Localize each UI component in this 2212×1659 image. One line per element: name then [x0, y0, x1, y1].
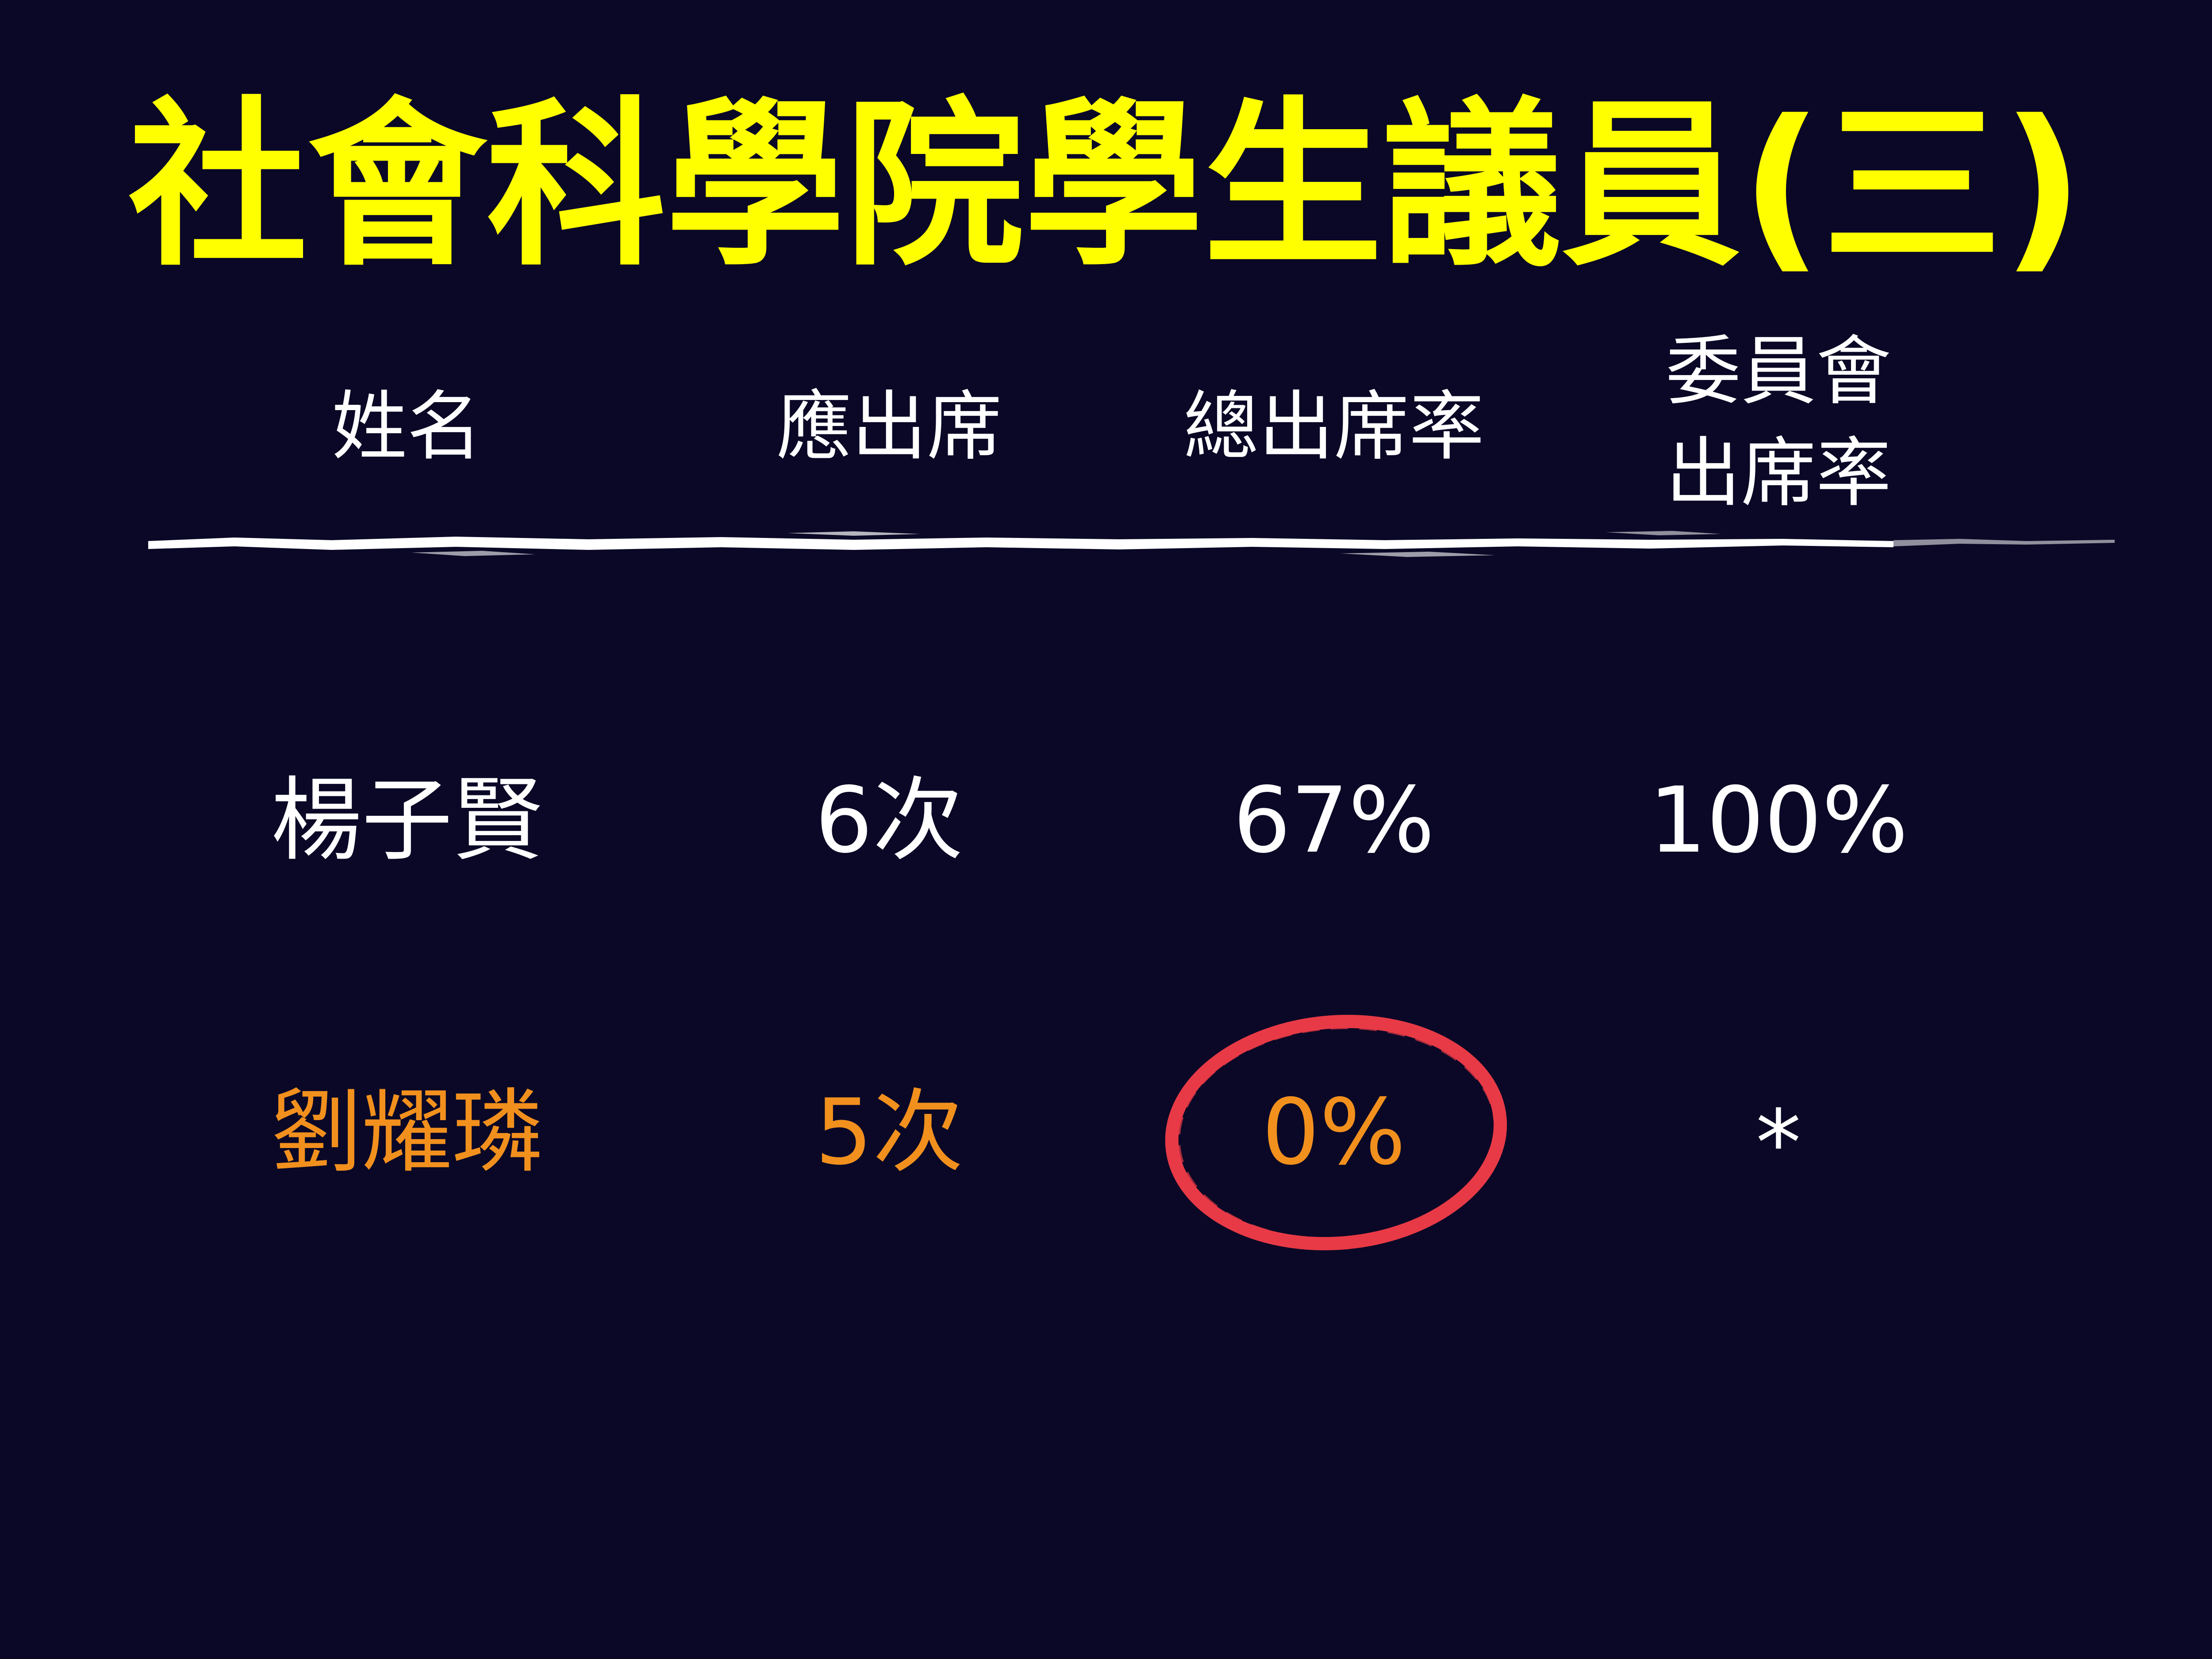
- row1-committee-rate: 100%: [1648, 768, 1909, 873]
- header-total-rate: 總出席率: [1183, 383, 1485, 471]
- header-required: 應出席: [776, 383, 1002, 471]
- header-committee-rate: 委員會 出席率: [1655, 321, 1902, 524]
- header-committee-rate-line1: 委員會: [1665, 328, 1891, 415]
- header-name: 姓名: [331, 383, 483, 471]
- red-highlight-circle: [1165, 1014, 1507, 1251]
- row2-name: 劉耀璘: [271, 1080, 543, 1185]
- row2-committee-rate: *: [1755, 1091, 1801, 1196]
- row1-name: 楊子賢: [271, 768, 543, 873]
- header-committee-rate-line2: 出席率: [1665, 430, 1891, 517]
- brush-divider: [148, 531, 2115, 557]
- row2-required: 5次: [815, 1080, 964, 1185]
- slide: 社會科學院學生議員(三) 姓名 應出席 總出席率 委員會 出席率 楊子賢 6次 …: [0, 0, 2212, 1659]
- row1-total-rate: 67%: [1233, 768, 1435, 873]
- row1-required: 6次: [815, 768, 964, 873]
- slide-title: 社會科學院學生議員(三): [128, 81, 2084, 290]
